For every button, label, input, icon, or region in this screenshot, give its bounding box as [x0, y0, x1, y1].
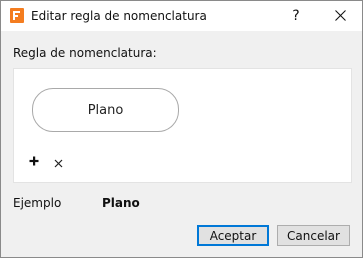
example-value: Plano [102, 196, 140, 210]
window-title: Editar regla de nomenclatura [31, 9, 207, 23]
cancel-button[interactable]: Cancelar [277, 225, 350, 246]
accept-button[interactable]: Aceptar [197, 225, 269, 246]
example-label: Ejemplo [13, 196, 62, 210]
naming-rule-label: Regla de nomenclatura: [13, 46, 157, 60]
title-bar[interactable]: Editar regla de nomenclatura ? [1, 1, 362, 31]
remove-token-button[interactable] [54, 157, 63, 168]
help-button[interactable]: ? [283, 1, 309, 31]
close-icon [335, 10, 346, 21]
edit-naming-rule-dialog: Editar regla de nomenclatura ? Regla de … [0, 0, 363, 258]
x-icon [54, 159, 63, 168]
app-icon [10, 8, 24, 23]
plus-icon [29, 156, 39, 166]
rule-token[interactable]: Plano [32, 88, 179, 132]
close-button[interactable] [319, 1, 362, 31]
add-token-button[interactable] [28, 155, 40, 167]
naming-rule-panel: Plano [13, 68, 352, 183]
